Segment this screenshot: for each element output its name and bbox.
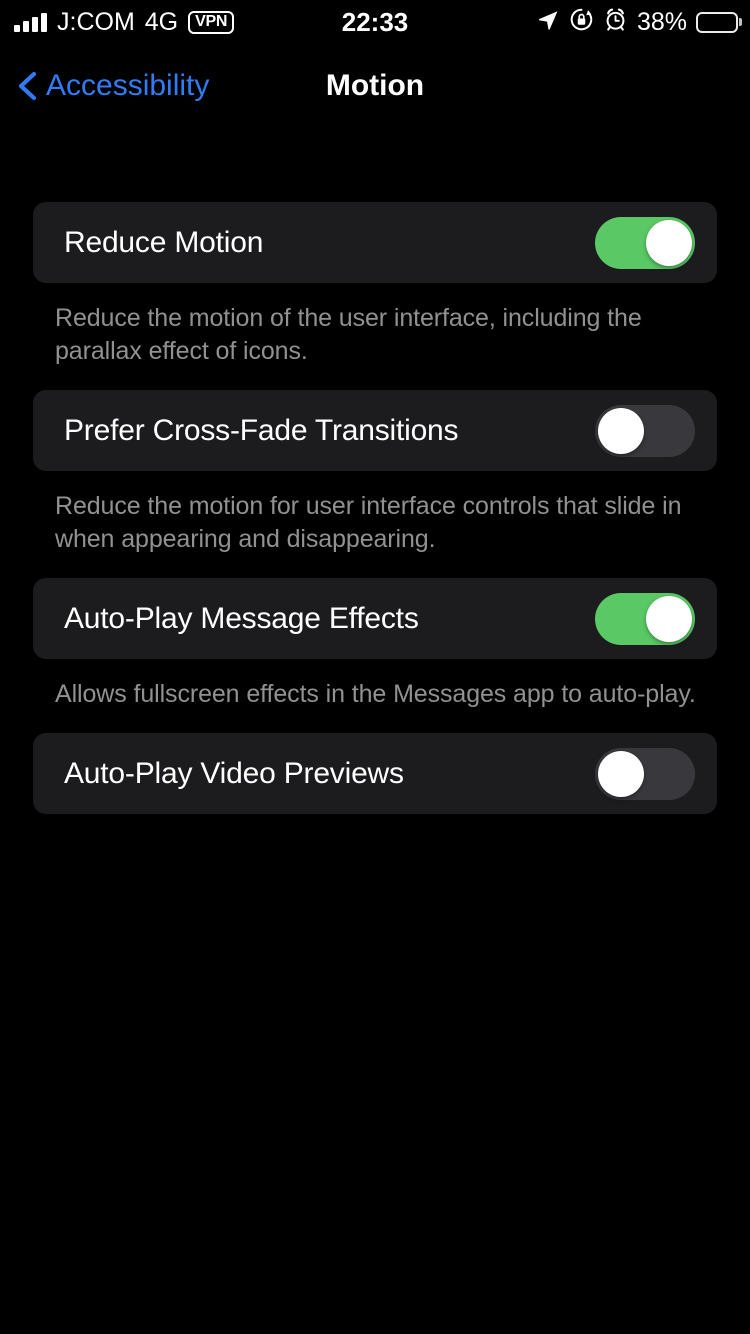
settings-list: Reduce Motion Reduce the motion of the u…: [0, 202, 750, 814]
auto-play-message-effects-toggle[interactable]: [595, 592, 695, 645]
setting-group-prefer-cross-fade-transitions: Prefer Cross-Fade Transitions Reduce the…: [0, 390, 750, 556]
setting-row-reduce-motion[interactable]: Reduce Motion: [33, 202, 717, 283]
setting-group-reduce-motion: Reduce Motion Reduce the motion of the u…: [0, 202, 750, 368]
setting-row-prefer-cross-fade-transitions[interactable]: Prefer Cross-Fade Transitions: [33, 390, 717, 471]
navigation-bar: Accessibility Motion: [0, 56, 750, 116]
rotation-lock-icon: [569, 7, 594, 37]
status-bar-right: 38%: [536, 7, 742, 37]
status-bar: J:COM 4G VPN 22:33 38%: [0, 0, 750, 44]
setting-row-auto-play-video-previews[interactable]: Auto-Play Video Previews: [33, 733, 717, 814]
setting-label: Prefer Cross-Fade Transitions: [64, 413, 459, 447]
setting-label: Auto-Play Message Effects: [64, 601, 419, 635]
toggle-knob: [598, 407, 644, 454]
setting-description: Allows fullscreen effects in the Message…: [55, 680, 696, 708]
auto-play-video-previews-toggle[interactable]: [595, 747, 695, 800]
prefer-cross-fade-transitions-toggle[interactable]: [595, 404, 695, 457]
battery-percentage: 38%: [636, 7, 687, 36]
alarm-clock-icon: [603, 7, 628, 37]
toggle-knob: [646, 595, 692, 642]
setting-group-auto-play-video-previews: Auto-Play Video Previews: [0, 733, 750, 814]
setting-label: Reduce Motion: [64, 225, 264, 259]
toggle-knob: [646, 219, 692, 266]
page-title: Motion: [325, 69, 425, 102]
reduce-motion-toggle[interactable]: [595, 216, 695, 269]
setting-label: Auto-Play Video Previews: [64, 756, 404, 790]
toggle-knob: [598, 750, 644, 797]
motion-settings-screen: J:COM 4G VPN 22:33 38% Accessibility Mot…: [0, 0, 750, 1334]
setting-group-auto-play-message-effects: Auto-Play Message Effects Allows fullscr…: [0, 578, 750, 711]
battery-icon: [696, 11, 742, 33]
location-arrow-icon: [536, 8, 560, 37]
setting-description: Reduce the motion for user interface con…: [55, 492, 682, 553]
setting-row-auto-play-message-effects[interactable]: Auto-Play Message Effects: [33, 578, 717, 659]
setting-description: Reduce the motion of the user interface,…: [55, 304, 642, 365]
